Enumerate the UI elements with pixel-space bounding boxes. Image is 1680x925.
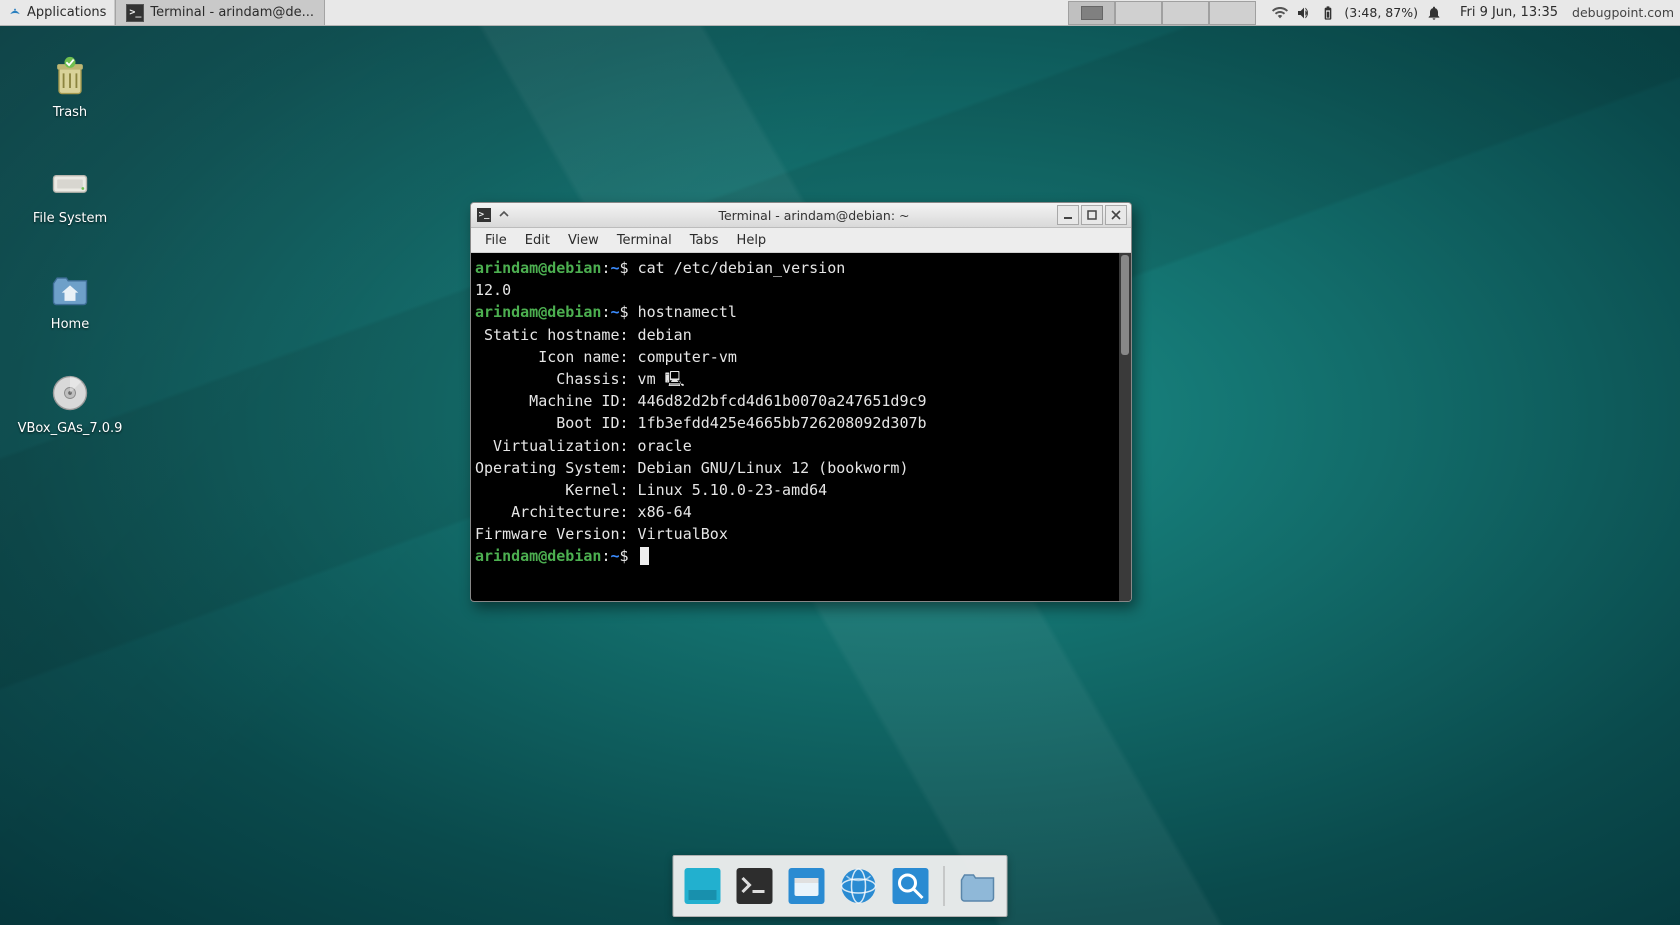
workspace-3[interactable]	[1162, 1, 1209, 25]
dock-show-desktop[interactable]	[682, 865, 724, 907]
workspace-1[interactable]	[1068, 1, 1115, 25]
desktop-icon-home[interactable]: Home	[20, 265, 120, 332]
battery-icon[interactable]	[1320, 5, 1336, 21]
terminal-output: arindam@debian:~$ cat /etc/debian_versio…	[475, 257, 1127, 597]
applications-menu-label: Applications	[27, 5, 106, 20]
desktop-icon-label: File System	[33, 211, 107, 226]
terminal-scrollbar[interactable]	[1119, 253, 1131, 601]
terminal-cursor	[640, 547, 649, 565]
dock-terminal[interactable]	[734, 865, 776, 907]
dock-file-manager[interactable]	[786, 865, 828, 907]
terminal-menubar: File Edit View Terminal Tabs Help	[471, 228, 1131, 253]
menu-tabs[interactable]: Tabs	[682, 231, 727, 250]
dock-separator	[944, 866, 945, 906]
notification-bell-icon[interactable]	[1426, 5, 1442, 21]
dock-web-browser[interactable]	[838, 865, 880, 907]
terminal-icon: >_	[126, 4, 144, 22]
battery-text: (3:48, 87%)	[1344, 5, 1418, 20]
volume-icon[interactable]	[1296, 5, 1312, 21]
optical-disc-icon	[46, 369, 94, 417]
desktop-icon-label: Home	[51, 317, 89, 332]
window-close-button[interactable]	[1105, 205, 1127, 225]
window-title: Terminal - arindam@debian: ~	[497, 208, 1131, 223]
menu-file[interactable]: File	[477, 231, 515, 250]
taskbar-button-label: Terminal - arindam@de...	[150, 5, 314, 20]
desktop-icon-filesystem[interactable]: File System	[20, 159, 120, 226]
desktop-icon-label: VBox_GAs_7.0.9	[18, 421, 123, 436]
terminal-icon: >_	[477, 208, 491, 222]
bottom-dock	[673, 855, 1008, 917]
dock-home-folder[interactable]	[957, 865, 999, 907]
dock-app-finder[interactable]	[890, 865, 932, 907]
top-panel: Applications >_ Terminal - arindam@de...…	[0, 0, 1680, 26]
trash-icon	[46, 53, 94, 101]
watermark-text: debugpoint.com	[1568, 5, 1680, 20]
terminal-window[interactable]: >_ Terminal - arindam@debian: ~ File Edi…	[470, 202, 1132, 602]
workspace-switcher[interactable]	[1068, 1, 1256, 25]
taskbar-button-terminal[interactable]: >_ Terminal - arindam@de...	[115, 0, 325, 25]
menu-view[interactable]: View	[560, 231, 607, 250]
panel-clock[interactable]: Fri 9 Jun, 13:35	[1450, 5, 1568, 20]
window-titlebar[interactable]: >_ Terminal - arindam@debian: ~	[471, 203, 1131, 228]
workspace-4[interactable]	[1209, 1, 1256, 25]
network-icon[interactable]	[1272, 5, 1288, 21]
xfce-logo-icon	[8, 6, 22, 20]
system-tray: (3:48, 87%)	[1264, 5, 1450, 21]
desktop-icon-vbox-cd[interactable]: VBox_GAs_7.0.9	[20, 369, 120, 436]
desktop-icon-trash[interactable]: Trash	[20, 53, 120, 120]
workspace-2[interactable]	[1115, 1, 1162, 25]
terminal-body[interactable]: arindam@debian:~$ cat /etc/debian_versio…	[471, 253, 1131, 601]
window-shade-button[interactable]	[497, 207, 511, 224]
window-maximize-button[interactable]	[1081, 205, 1103, 225]
menu-terminal[interactable]: Terminal	[609, 231, 680, 250]
drive-icon	[46, 159, 94, 207]
home-folder-icon	[46, 265, 94, 313]
window-minimize-button[interactable]	[1057, 205, 1079, 225]
menu-edit[interactable]: Edit	[517, 231, 558, 250]
menu-help[interactable]: Help	[729, 231, 775, 250]
desktop-icon-label: Trash	[53, 105, 87, 120]
applications-menu-button[interactable]: Applications	[0, 0, 115, 25]
